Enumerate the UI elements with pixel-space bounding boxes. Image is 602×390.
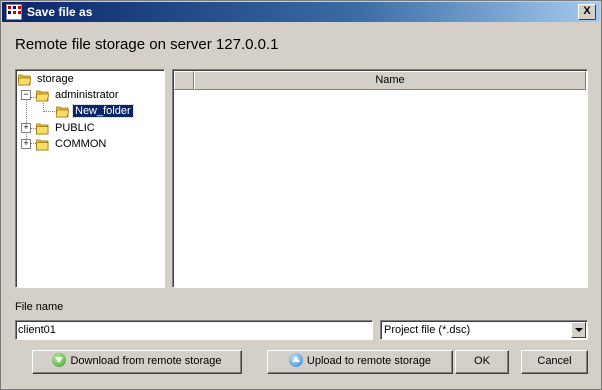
- download-icon: [52, 353, 67, 368]
- column-header-icon[interactable]: [174, 71, 194, 90]
- window-title: Save file as: [27, 5, 93, 19]
- download-button-label: Download from remote storage: [70, 355, 222, 367]
- title-bar[interactable]: Save file as X: [2, 2, 600, 22]
- folder-open-icon: [18, 74, 31, 86]
- tree-item-label-selected: New_folder: [72, 104, 134, 118]
- file-type-select[interactable]: Project file (*.dsc): [380, 320, 588, 340]
- collapse-icon[interactable]: −: [21, 90, 31, 100]
- folder-open-icon: [36, 90, 49, 102]
- upload-button[interactable]: Upload to remote storage: [267, 350, 453, 374]
- file-name-input[interactable]: client01: [15, 320, 373, 340]
- column-header-name[interactable]: Name: [194, 71, 586, 90]
- chevron-down-icon[interactable]: [571, 322, 586, 338]
- ok-button[interactable]: OK: [455, 350, 509, 374]
- list-header: Name: [174, 71, 586, 90]
- tree-item-label: storage: [37, 73, 74, 85]
- close-button[interactable]: X: [578, 4, 596, 20]
- folder-icon: [36, 139, 49, 151]
- upload-icon: [288, 353, 303, 368]
- save-file-dialog: Save file as X Remote file storage on se…: [0, 0, 602, 390]
- app-icon: [6, 4, 22, 20]
- file-type-value: Project file (*.dsc): [384, 324, 471, 336]
- folder-icon: [36, 123, 49, 135]
- tree-item-label: COMMON: [55, 138, 107, 150]
- upload-button-label: Upload to remote storage: [306, 355, 432, 367]
- tree-connector: [43, 111, 55, 112]
- download-button[interactable]: Download from remote storage: [32, 350, 242, 374]
- file-name-label: File name: [15, 301, 64, 313]
- expand-icon[interactable]: +: [21, 123, 31, 133]
- dialog-heading: Remote file storage on server 127.0.0.1: [15, 36, 279, 53]
- cancel-button[interactable]: Cancel: [521, 350, 588, 374]
- expand-icon[interactable]: +: [21, 139, 31, 149]
- file-list[interactable]: Name: [172, 69, 588, 288]
- folder-tree[interactable]: storage − administrator New_folder + PUB…: [15, 69, 165, 288]
- folder-open-icon: [56, 106, 69, 118]
- tree-item-label: PUBLIC: [55, 122, 95, 134]
- tree-item-label: administrator: [55, 89, 119, 101]
